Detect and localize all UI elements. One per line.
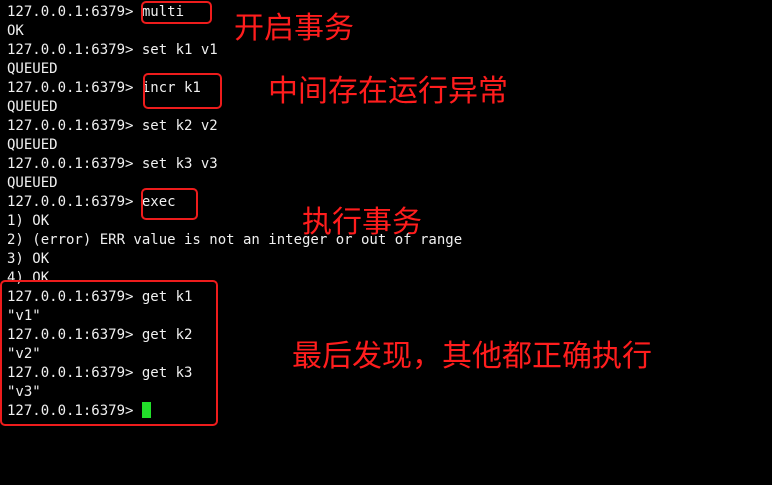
terminal-line: QUEUED bbox=[7, 60, 58, 79]
terminal-line: 1) OK bbox=[7, 212, 49, 231]
output-text: 3) OK bbox=[7, 251, 50, 267]
command-text: set k3 v3 bbox=[141, 156, 218, 172]
output-text: QUEUED bbox=[7, 175, 58, 191]
output-text: QUEUED bbox=[7, 99, 58, 115]
highlight-box-incr bbox=[143, 73, 222, 109]
highlight-box-get-results bbox=[0, 280, 218, 426]
annotation-open-transaction: 开启事务 bbox=[234, 11, 354, 46]
highlight-box-exec bbox=[141, 188, 198, 220]
terminal-line: 127.0.0.1:6379> set k1 v1 bbox=[7, 41, 218, 60]
annotation-exec-transaction: 执行事务 bbox=[302, 205, 422, 240]
command-text: set k1 v1 bbox=[141, 42, 218, 58]
terminal-line: QUEUED bbox=[7, 98, 58, 117]
terminal-line: 3) OK bbox=[7, 250, 49, 269]
terminal-line: 127.0.0.1:6379> set k2 v2 bbox=[7, 117, 218, 136]
prompt: 127.0.0.1:6379> bbox=[7, 4, 142, 20]
prompt: 127.0.0.1:6379> bbox=[7, 42, 142, 58]
output-text: QUEUED bbox=[7, 61, 58, 77]
highlight-box-multi bbox=[141, 1, 212, 24]
terminal-line: QUEUED bbox=[7, 174, 58, 193]
output-text: QUEUED bbox=[7, 137, 58, 153]
output-text: 1) OK bbox=[7, 213, 50, 229]
prompt: 127.0.0.1:6379> bbox=[7, 80, 142, 96]
terminal-line: OK bbox=[7, 22, 24, 41]
annotation-runtime-error: 中间存在运行异常 bbox=[268, 74, 508, 109]
prompt: 127.0.0.1:6379> bbox=[7, 118, 142, 134]
prompt: 127.0.0.1:6379> bbox=[7, 194, 142, 210]
terminal-line: 127.0.0.1:6379> set k3 v3 bbox=[7, 155, 218, 174]
terminal-line: QUEUED bbox=[7, 136, 58, 155]
prompt: 127.0.0.1:6379> bbox=[7, 156, 142, 172]
command-text: set k2 v2 bbox=[141, 118, 218, 134]
annotation-result: 最后发现，其他都正确执行 bbox=[292, 339, 652, 374]
output-text: OK bbox=[7, 23, 24, 39]
terminal-window[interactable]: 127.0.0.1:6379> multi OK 127.0.0.1:6379>… bbox=[0, 0, 772, 485]
